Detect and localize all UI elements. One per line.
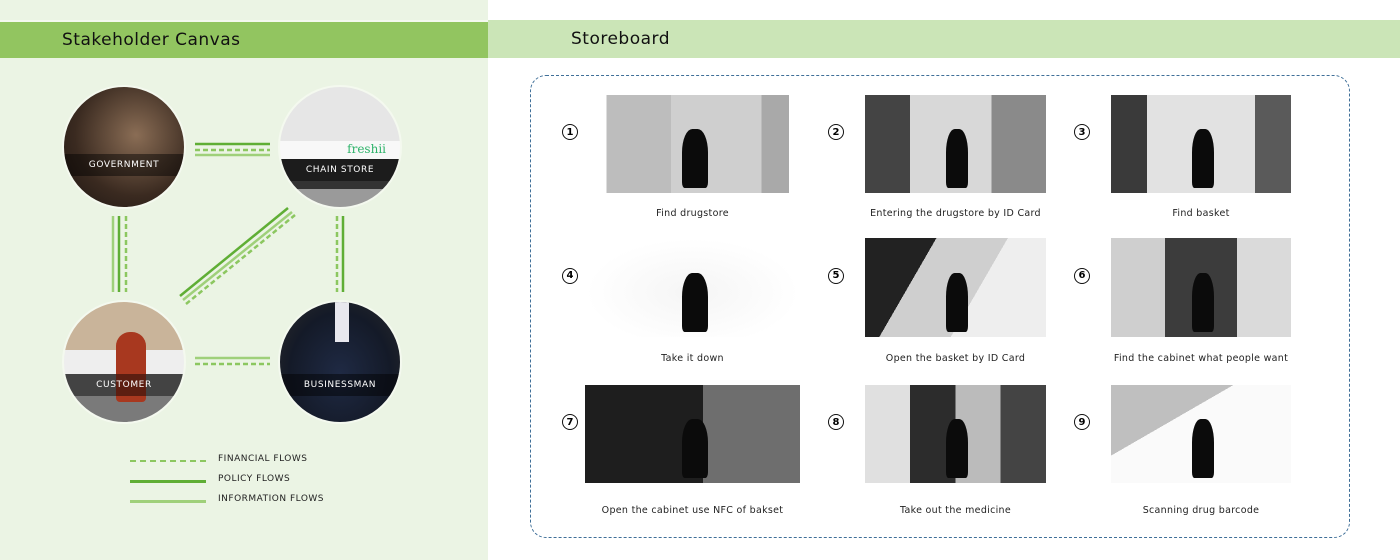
step-image: [1111, 238, 1291, 337]
silhouette-figure: [681, 419, 708, 479]
step-image: [1111, 385, 1291, 483]
freshii-logo: freshii: [347, 142, 386, 156]
step-caption: Take out the medicine: [899, 505, 1012, 516]
node-label: CHAIN STORE: [280, 159, 400, 181]
step-number: 3: [1074, 124, 1090, 140]
step-image: [1111, 95, 1291, 193]
node-businessman: BUSINESSMAN: [278, 300, 402, 424]
step-number: 6: [1074, 267, 1090, 284]
silhouette-figure: [1192, 419, 1214, 479]
node-government: GOVERNMENT: [62, 85, 186, 209]
step-number: 9: [1074, 414, 1090, 430]
step-number: 8: [828, 414, 844, 430]
storeboard-title: Storeboard: [488, 20, 1400, 58]
step-number: 2: [828, 124, 844, 140]
step-caption: Entering the drugstore by ID Card: [870, 208, 1041, 219]
legend-financial: FINANCIAL FLOWS: [130, 454, 307, 464]
silhouette-figure: [681, 272, 708, 333]
silhouette-figure: [946, 129, 969, 189]
flow-diag-info: [182, 211, 293, 301]
step-image: [585, 95, 800, 193]
legend-information: INFORMATION FLOWS: [130, 494, 324, 504]
flow-diag-fin: [185, 214, 296, 305]
node-label: GOVERNMENT: [64, 154, 184, 177]
step-caption: Find drugstore: [656, 208, 729, 219]
step-caption: Open the basket by ID Card: [885, 353, 1026, 364]
node-label: CUSTOMER: [64, 374, 184, 396]
flow-diag-policy: [179, 207, 289, 297]
silhouette-figure: [946, 272, 969, 333]
step-caption: Open the cabinet use NFC of bakset: [601, 505, 784, 516]
step-image: [865, 385, 1046, 483]
silhouette-figure: [946, 419, 969, 479]
node-customer: CUSTOMER: [62, 300, 186, 424]
step-image: [865, 95, 1046, 193]
step-caption: Find basket: [1172, 208, 1230, 219]
legend-policy: POLICY FLOWS: [130, 474, 290, 484]
node-label: BUSINESSMAN: [280, 374, 400, 396]
step-caption: Find the cabinet what people want: [1113, 353, 1289, 364]
step-caption: Scanning drug barcode: [1142, 505, 1260, 516]
step-number: 7: [562, 414, 578, 430]
node-chain-store: freshii CHAIN STORE: [278, 85, 402, 209]
step-number: 4: [562, 267, 578, 284]
step-image: [865, 238, 1046, 337]
step-image: [585, 385, 800, 483]
step-image: [585, 238, 800, 337]
silhouette-figure: [681, 129, 708, 189]
step-number: 5: [828, 267, 844, 284]
silhouette-figure: [1192, 129, 1214, 189]
silhouette-figure: [1192, 272, 1214, 333]
step-number: 1: [562, 124, 578, 140]
step-caption: Take it down: [661, 353, 724, 364]
